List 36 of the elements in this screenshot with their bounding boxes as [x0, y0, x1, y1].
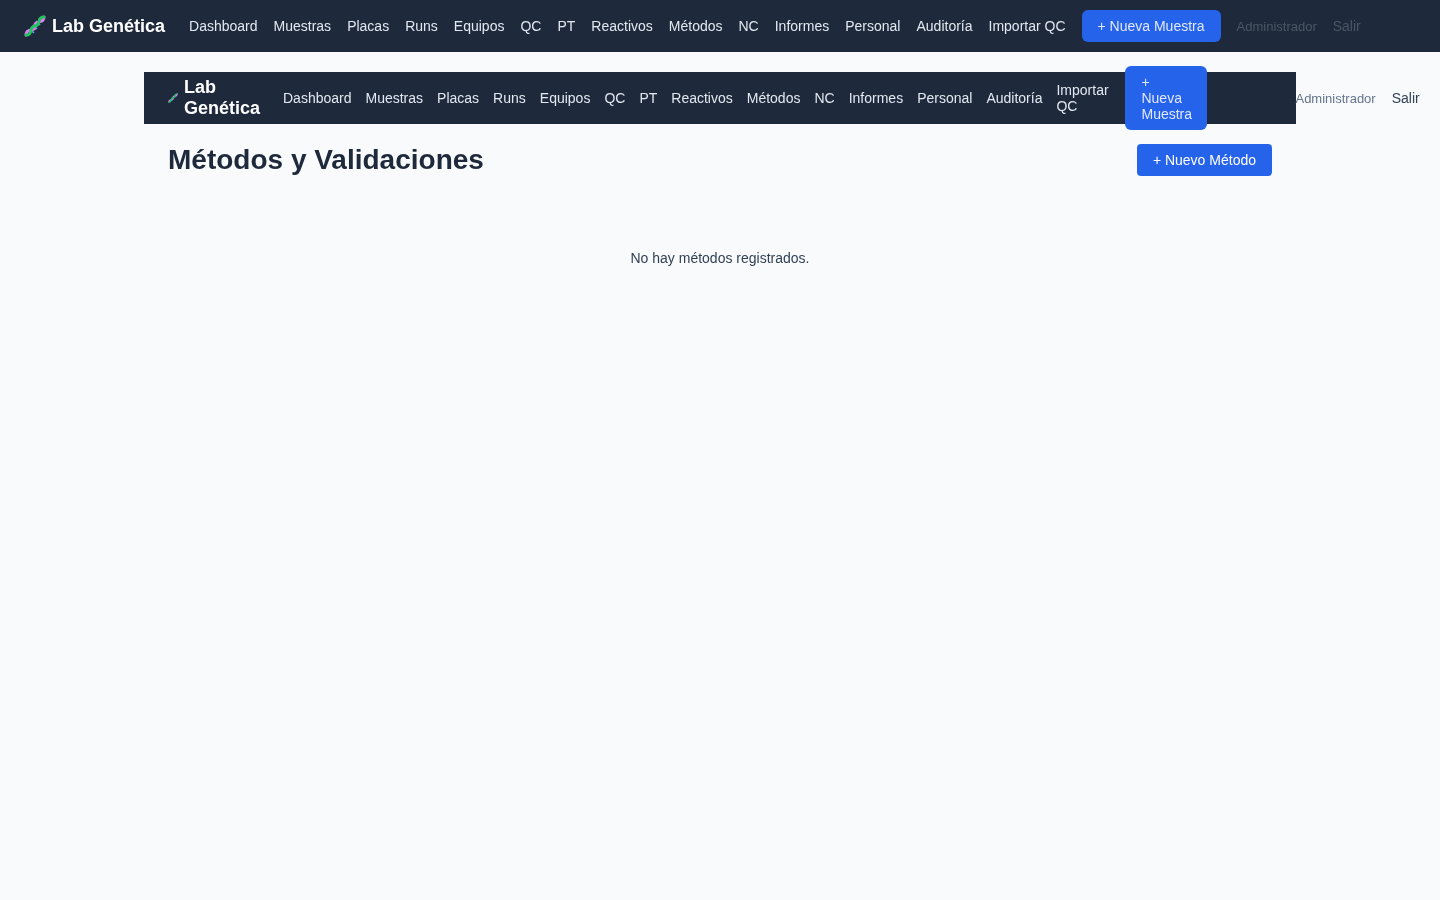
nav-link[interactable]: Equipos	[445, 17, 513, 35]
new-sample-button[interactable]: + Nueva Muestra	[1125, 65, 1208, 131]
nav-link[interactable]: Métodos	[660, 17, 731, 35]
nav-link[interactable]: Personal	[910, 89, 980, 107]
nav-link[interactable]: Reactivos	[583, 17, 661, 35]
nav-link[interactable]: Reactivos	[664, 89, 740, 107]
nav-link[interactable]: Importar QC	[1049, 81, 1118, 115]
nav-link[interactable]: Auditoría	[979, 89, 1050, 107]
nav-link[interactable]: Placas	[339, 17, 398, 35]
nav-link[interactable]: Dashboard	[181, 17, 266, 35]
nav-link[interactable]: QC	[512, 17, 550, 35]
logout-link[interactable]: Salir	[1383, 90, 1428, 106]
nav-link[interactable]: Auditoría	[908, 17, 981, 35]
nav-link[interactable]: Muestras	[358, 89, 431, 107]
nav-link[interactable]: NC	[807, 89, 842, 107]
new-sample-button[interactable]: + Nueva Muestra	[1081, 9, 1221, 43]
nav-link[interactable]: QC	[597, 89, 633, 107]
nav-link[interactable]: Runs	[397, 17, 446, 35]
nav-link[interactable]: NC	[730, 17, 767, 35]
nav-link[interactable]: PT	[632, 89, 665, 107]
nav-link[interactable]: Muestras	[265, 17, 340, 35]
nav-link[interactable]: Equipos	[532, 89, 598, 107]
new-method-button[interactable]: + Nuevo Método	[1136, 144, 1272, 176]
empty-message: No hay métodos registrados.	[629, 250, 811, 266]
nav-link[interactable]: Métodos	[739, 89, 808, 107]
nav-link[interactable]: Runs	[486, 89, 533, 107]
nav-link[interactable]: Informes	[766, 17, 838, 35]
nav-link[interactable]: Personal	[837, 17, 909, 35]
nav-link[interactable]: PT	[549, 17, 584, 35]
nav-link[interactable]: Informes	[841, 89, 911, 107]
page-title: Métodos y Validaciones	[168, 144, 484, 176]
nav-link[interactable]: Dashboard	[276, 89, 359, 107]
nav-link[interactable]: Importar QC	[980, 17, 1074, 35]
brand-title[interactable]: Lab Genética	[52, 15, 166, 37]
nav-link[interactable]: Placas	[430, 89, 487, 107]
brand-title[interactable]: Lab Genética	[183, 77, 260, 119]
